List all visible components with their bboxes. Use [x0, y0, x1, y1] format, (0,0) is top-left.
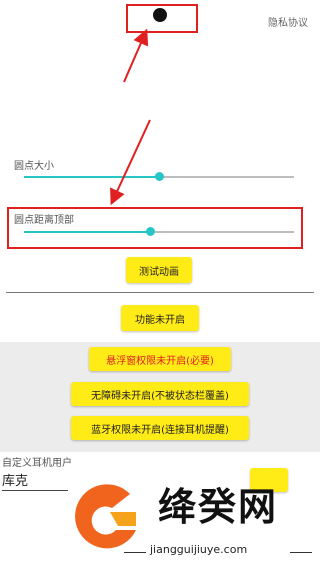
dot-preview	[153, 8, 167, 22]
bluetooth-permission-button[interactable]: 蓝牙权限未开启(连接耳机提醒)	[71, 416, 249, 440]
divider	[6, 292, 314, 293]
watermark-title: 绛癸网	[158, 485, 279, 529]
watermark-url: jiangguijiuye.com	[150, 543, 248, 556]
custom-earphone-label: 自定义耳机用户	[2, 458, 72, 469]
watermark-line-right	[290, 552, 312, 553]
earphone-user-input[interactable]: 库克	[2, 470, 68, 491]
function-toggle-button[interactable]: 功能未开启	[121, 305, 199, 331]
dot-size-slider-thumb[interactable]	[155, 172, 164, 181]
float-permission-button[interactable]: 悬浮窗权限未开启(必要)	[89, 347, 231, 371]
dot-size-label: 圆点大小	[14, 161, 54, 172]
privacy-link[interactable]: 隐私协议	[268, 14, 308, 29]
dot-distance-slider-thumb[interactable]	[146, 227, 155, 236]
test-animation-button[interactable]: 测试动画	[126, 257, 192, 283]
dot-distance-slider-fill	[24, 231, 150, 233]
accessibility-button[interactable]: 无障碍未开启(不被状态栏覆盖)	[71, 382, 249, 406]
watermark-logo-icon	[75, 484, 136, 549]
watermark-line-left	[124, 552, 146, 553]
dot-size-slider-fill	[24, 176, 159, 178]
dot-distance-label: 圆点距离顶部	[14, 215, 74, 226]
